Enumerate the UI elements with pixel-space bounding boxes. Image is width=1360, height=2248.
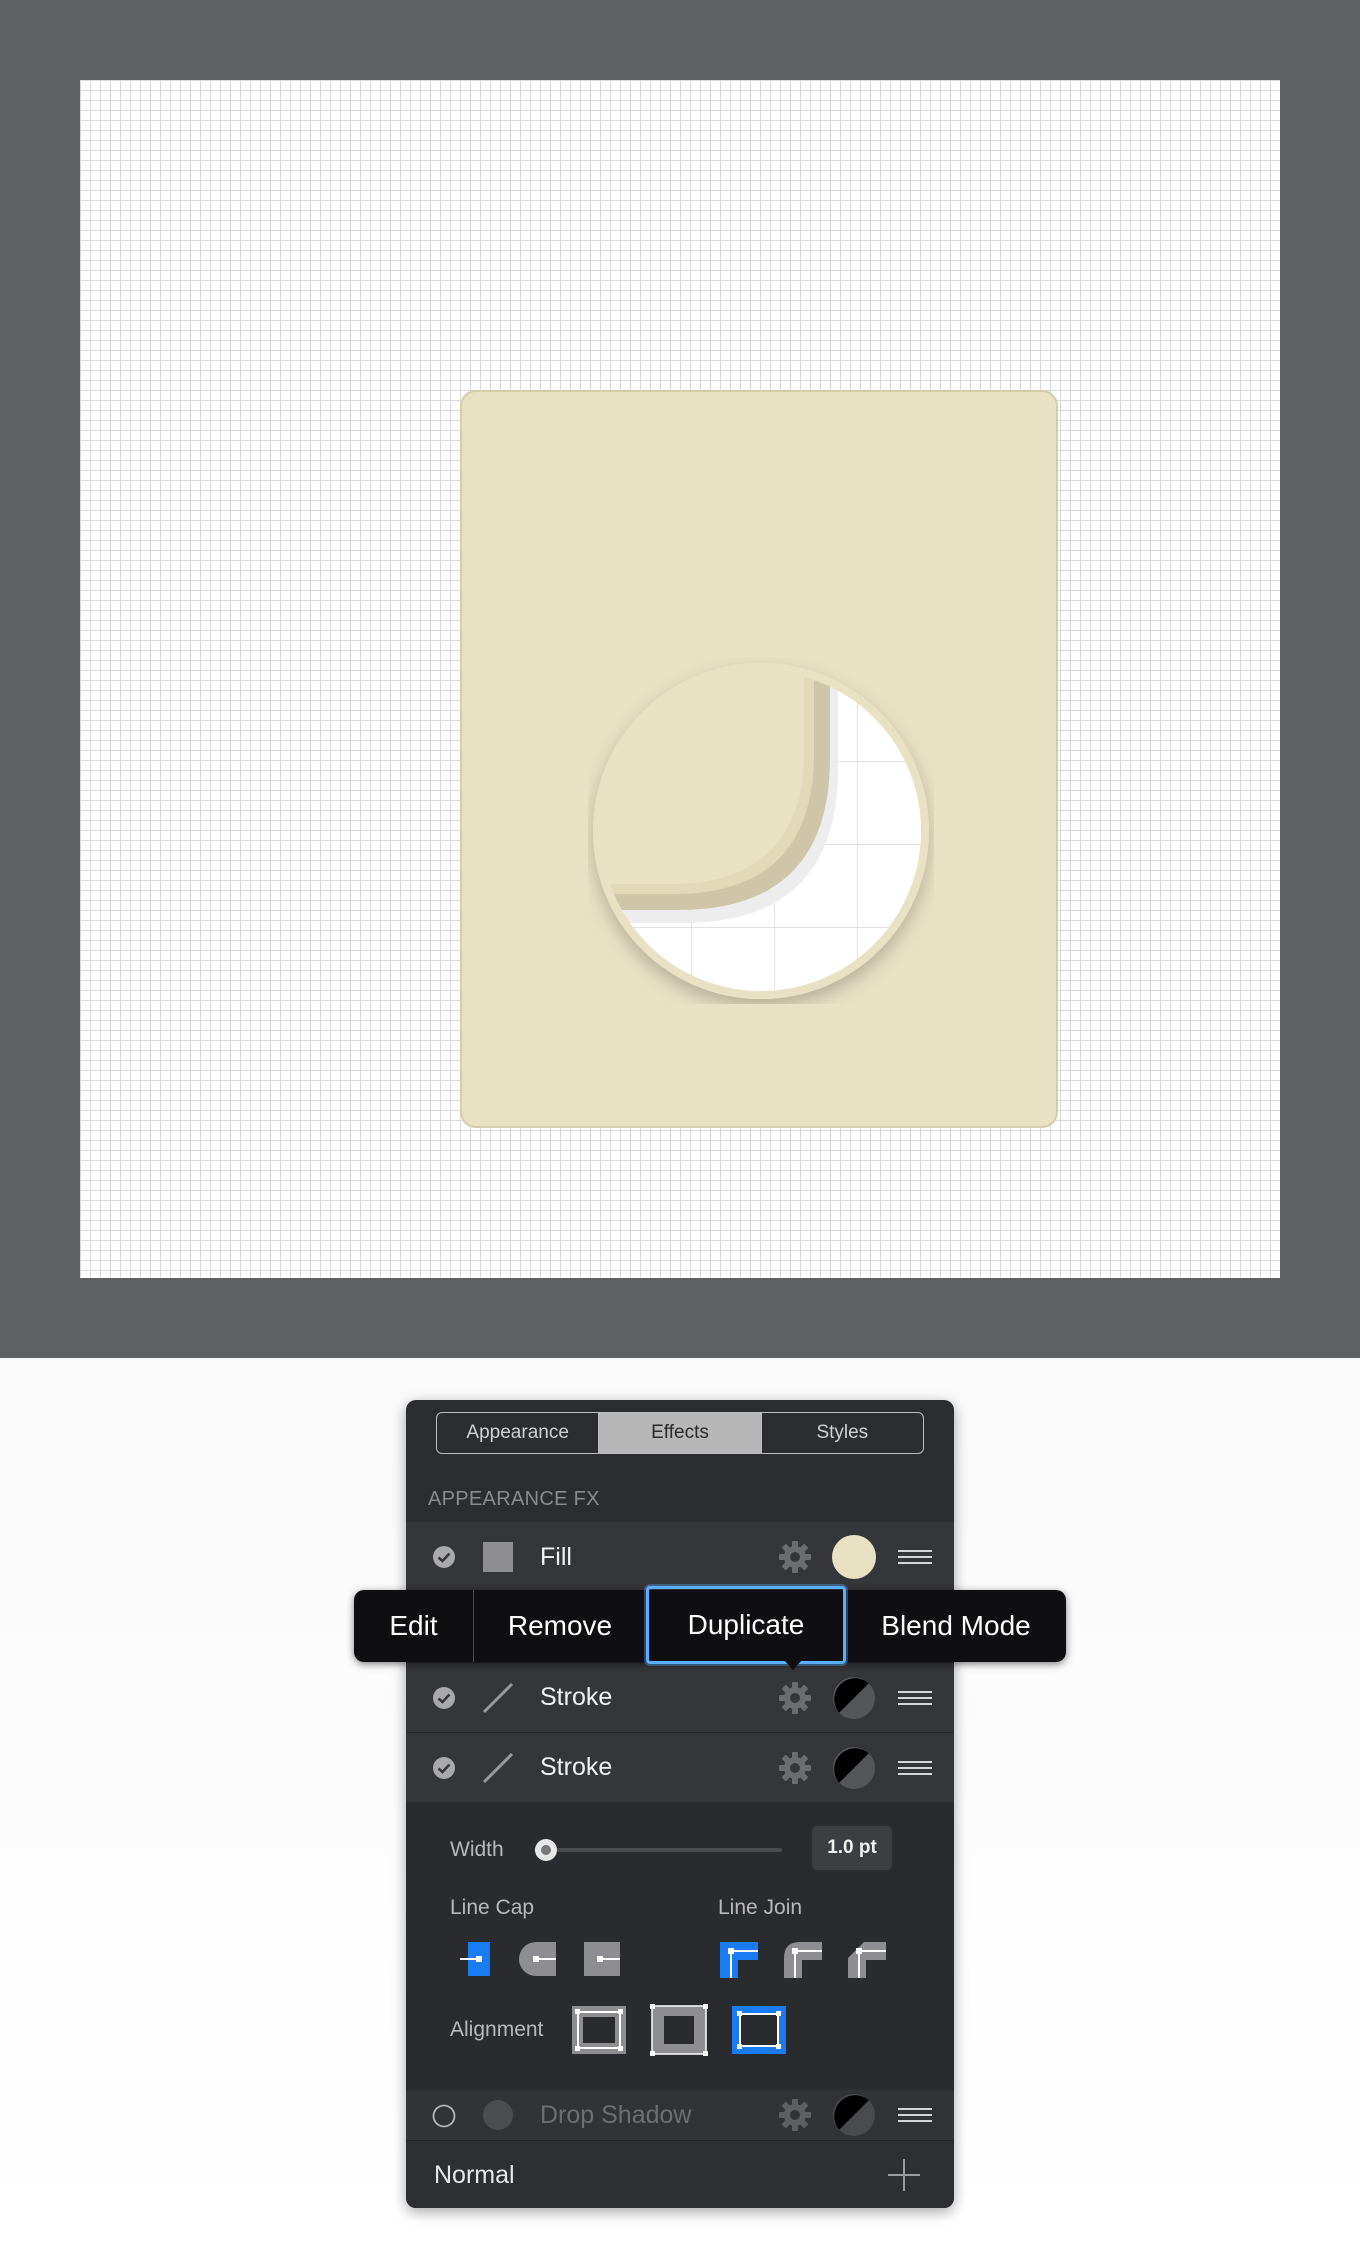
checkmark-icon[interactable] [432, 1756, 456, 1780]
fill-color-swatch[interactable] [832, 1535, 876, 1579]
appearance-row-stroke-2[interactable]: Stroke [406, 1732, 954, 1802]
stroke-color-swatch[interactable] [832, 1746, 876, 1790]
stroke-line-icon [482, 1682, 514, 1713]
round-join-icon[interactable] [782, 1938, 824, 1980]
bevel-join-icon[interactable] [846, 1938, 888, 1980]
width-slider-track[interactable] [534, 1848, 782, 1852]
line-join-label: Line Join [718, 1896, 803, 1919]
row-label-stroke: Stroke [540, 1683, 613, 1711]
appearance-row-fill[interactable]: Fill [406, 1522, 954, 1592]
butt-cap-icon[interactable] [458, 1938, 500, 1980]
shadow-circle-icon [483, 2100, 513, 2130]
tab-appearance[interactable]: Appearance [437, 1413, 600, 1453]
gear-icon[interactable] [778, 1681, 812, 1715]
shadow-color-swatch[interactable] [832, 2093, 876, 2137]
unchecked-circle-icon[interactable] [432, 2104, 456, 2128]
artboard-grid[interactable] [80, 80, 1280, 1278]
row-label-fill: Fill [540, 1542, 572, 1571]
section-title: APPEARANCE FX [428, 1488, 600, 1510]
width-slider-knob[interactable] [534, 1838, 558, 1862]
round-cap-icon[interactable] [516, 1938, 558, 1980]
align-center-icon[interactable] [650, 2004, 708, 2056]
checkmark-icon[interactable] [432, 1545, 456, 1569]
drag-handle-icon[interactable] [898, 1760, 932, 1775]
menu-item-duplicate[interactable]: Duplicate [646, 1585, 846, 1664]
checkmark-icon[interactable] [432, 1686, 456, 1710]
row-label-stroke: Stroke [540, 1753, 613, 1781]
drag-handle-icon[interactable] [898, 2108, 932, 2122]
drag-handle-icon[interactable] [898, 1690, 932, 1705]
fill-square-icon [483, 1542, 513, 1572]
panel-tab-bar: Appearance Effects Styles [436, 1412, 924, 1454]
width-value-field[interactable]: 1.0 pt [812, 1826, 892, 1870]
gear-icon[interactable] [778, 1540, 812, 1574]
align-outside-icon[interactable] [730, 2004, 788, 2056]
appearance-panel: Appearance Effects Styles APPEARANCE FX … [406, 1400, 954, 2208]
zoom-magnifier-circle [593, 663, 929, 999]
appearance-row-drop-shadow[interactable]: Drop Shadow [406, 2090, 954, 2140]
stroke-settings: Width 1.0 pt Line Cap Line Join Alignmen… [406, 1804, 954, 2088]
line-cap-label: Line Cap [450, 1896, 535, 1919]
alignment-label: Alignment [450, 2018, 544, 2041]
align-inside-icon[interactable] [570, 2004, 628, 2056]
context-menu: Edit Remove Duplicate Blend Mode [354, 1585, 1066, 1664]
gear-icon[interactable] [778, 2098, 812, 2132]
gear-icon[interactable] [778, 1751, 812, 1785]
menu-item-blend-mode[interactable]: Blend Mode [846, 1590, 1066, 1662]
canvas-workspace [0, 0, 1360, 1358]
plus-icon[interactable] [886, 2157, 922, 2193]
miter-join-icon[interactable] [718, 1938, 760, 1980]
tab-styles[interactable]: Styles [762, 1413, 923, 1453]
blend-mode-selector[interactable]: Normal [434, 2161, 515, 2190]
menu-item-remove[interactable]: Remove [474, 1590, 646, 1662]
row-label-drop-shadow: Drop Shadow [540, 2100, 692, 2129]
panel-footer: Normal [406, 2140, 954, 2208]
projecting-cap-icon[interactable] [580, 1938, 622, 1980]
appearance-row-stroke[interactable]: Stroke [406, 1662, 954, 1732]
tab-effects[interactable]: Effects [599, 1413, 762, 1453]
menu-item-edit[interactable]: Edit [354, 1590, 474, 1662]
width-label: Width [450, 1838, 504, 1861]
drag-handle-icon[interactable] [898, 1550, 932, 1564]
stroke-color-swatch[interactable] [832, 1676, 876, 1720]
context-menu-pointer [784, 1660, 802, 1670]
stroke-line-icon [482, 1752, 514, 1783]
